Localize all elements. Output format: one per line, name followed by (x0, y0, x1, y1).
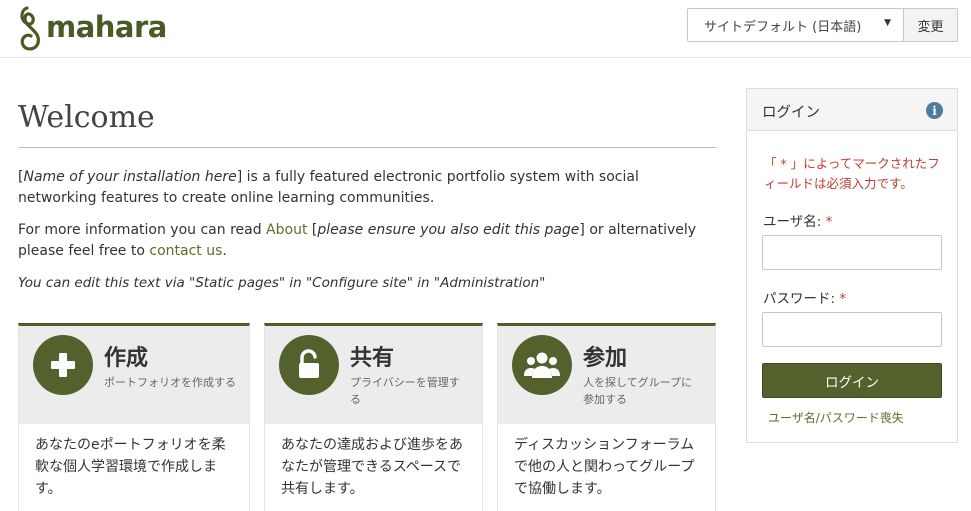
caret-down-icon: ▼ (884, 18, 891, 28)
card-title: 共有 (350, 346, 395, 371)
info-icon[interactable]: i (926, 102, 943, 119)
password-label-text: パスワード: (763, 291, 836, 307)
title-divider (18, 147, 716, 148)
more-info-suffix: . (222, 243, 227, 259)
more-info-prefix: For more information you can read (18, 222, 267, 238)
required-star: * (825, 214, 833, 230)
card-share: 共有 プライバシーを管理する あなたの達成および進歩をあなたが管理できるスペース… (264, 323, 483, 511)
card-subtitle: ポートフォリオを作成する (104, 376, 236, 389)
password-label: パスワード: * (763, 287, 846, 307)
users-icon (512, 335, 572, 395)
edit-hint: You can edit this text via "Static pages… (18, 275, 546, 291)
unlock-icon (279, 335, 339, 395)
username-label: ユーザ名: * (763, 210, 832, 230)
language-selector: サイトデフォルト (日本語) ▼ 変更 (687, 8, 958, 42)
intro-paragraph: [Name of your installation here] is a fu… (18, 167, 718, 209)
more-info-paragraph: For more information you can read About … (18, 220, 718, 262)
username-label-text: ユーザ名: (763, 214, 822, 230)
site-header: mahara サイトデフォルト (日本語) ▼ 変更 (0, 0, 971, 58)
username-input[interactable] (762, 235, 942, 270)
about-link[interactable]: About (266, 222, 307, 238)
plus-icon (33, 335, 93, 395)
card-subtitle: 人を探してグループに参加する (583, 376, 693, 406)
mahara-logo-icon (20, 6, 40, 51)
card-create: 作成 ポートフォリオを作成する あなたのeポートフォリオを柔軟な個人学習環境で作… (18, 323, 250, 511)
contact-us-link[interactable]: contact us (149, 243, 222, 259)
card-body: あなたの達成および進歩をあなたが管理できるスペースで共有します。 (281, 437, 463, 497)
card-header: 参加 人を探してグループに参加する (498, 326, 715, 424)
password-input[interactable] (762, 312, 942, 347)
card-subtitle: プライバシーを管理する (350, 376, 460, 406)
mahara-logo[interactable]: mahara (18, 4, 167, 52)
login-button[interactable]: ログイン (762, 363, 942, 398)
card-title: 参加 (583, 346, 628, 371)
change-language-button[interactable]: 変更 (904, 8, 958, 42)
login-panel: ログイン i 「 * 」によってマークされたフィールドは必須入力です。 ユーザ名… (746, 88, 958, 443)
card-body: あなたのeポートフォリオを柔軟な個人学習環境で作成します。 (35, 437, 226, 497)
login-title: ログイン (762, 105, 820, 121)
card-header: 作成 ポートフォリオを作成する (19, 326, 249, 424)
card-engage: 参加 人を探してグループに参加する ディスカッションフォーラムで他の人と関わって… (497, 323, 716, 511)
bracket: [ (307, 222, 318, 238)
card-body: ディスカッションフォーラムで他の人と関わってグループで協働します。 (514, 437, 695, 497)
edit-note: please ensure you also edit this page (317, 222, 580, 238)
card-title: 作成 (104, 346, 149, 371)
lost-password-link[interactable]: ユーザ名/パスワード喪失 (768, 409, 904, 426)
installation-name: Name of your installation here (23, 169, 237, 185)
language-select-value: サイトデフォルト (日本語) (704, 19, 862, 35)
card-header: 共有 プライバシーを管理する (265, 326, 482, 424)
language-select[interactable]: サイトデフォルト (日本語) ▼ (687, 8, 904, 42)
page-title: Welcome (18, 100, 155, 135)
required-fields-note: 「 * 」によってマークされたフィールドは必須入力です。 (764, 156, 940, 191)
login-header: ログイン i (747, 89, 957, 131)
logo-text: mahara (46, 10, 167, 44)
required-star: * (839, 291, 847, 307)
